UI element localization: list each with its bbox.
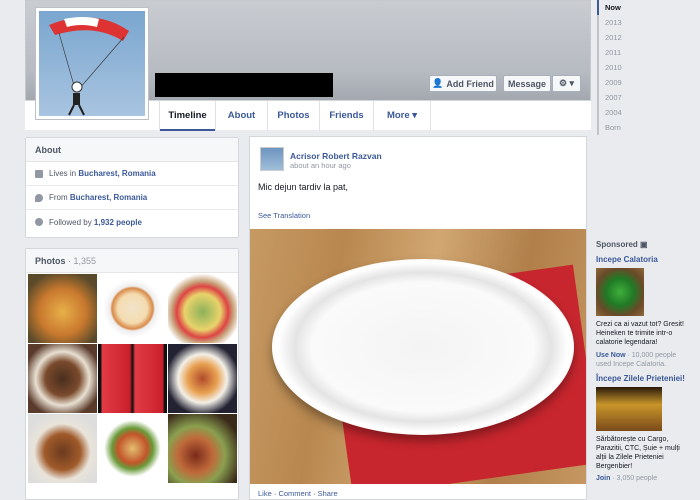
photos-title[interactable]: Photos · 1,355 — [26, 249, 238, 273]
photo-thumbnail[interactable] — [98, 274, 167, 343]
rss-icon — [35, 218, 43, 226]
post-actions: Like · Comment · Share — [258, 489, 338, 498]
share-link[interactable]: Share — [318, 489, 338, 498]
photo-thumbnail[interactable] — [28, 274, 97, 343]
timeline-year[interactable]: 2011 — [597, 45, 687, 60]
timeline-year-nav: Now 2013 2012 2011 2010 2009 2007 2004 B… — [597, 0, 687, 140]
photo-thumbnail[interactable] — [168, 344, 237, 413]
photos-box: Photos · 1,355 — [25, 248, 239, 500]
ad-body: Crezi ca ai vazut tot? Gresit! Heineken … — [596, 321, 684, 346]
post-text: Mic dejun tardiv la pat, — [258, 182, 349, 192]
post-author-name[interactable]: Acrisor Robert Razvan — [290, 151, 382, 161]
ad-social: Join · 3,050 people — [596, 475, 658, 482]
photo-thumbnail[interactable] — [168, 414, 237, 483]
about-title: About — [26, 138, 238, 162]
sponsored-ad[interactable]: Incepe Calatoria Crezi ca ai vazut tot? … — [596, 255, 692, 369]
post-timestamp[interactable]: about an hour ago — [290, 161, 351, 170]
tab-friends[interactable]: Friends — [319, 101, 373, 131]
see-translation-link[interactable]: See Translation — [258, 211, 310, 220]
tab-about[interactable]: About — [215, 101, 267, 131]
settings-dropdown-button[interactable]: ⚙ ▾ — [552, 75, 581, 92]
about-lives-in: Lives in Bucharest, Romania — [26, 162, 238, 186]
location-pin-icon — [35, 193, 43, 202]
ad-image[interactable] — [596, 387, 662, 431]
timeline-year[interactable]: 2010 — [597, 60, 687, 75]
tab-photos[interactable]: Photos — [267, 101, 319, 131]
home-icon — [35, 169, 43, 178]
photo-thumbnail[interactable] — [28, 344, 97, 413]
about-box: About Lives in Bucharest, Romania From B… — [25, 137, 239, 238]
timeline-year[interactable]: 2009 — [597, 75, 687, 90]
photo-thumbnail[interactable] — [28, 414, 97, 483]
photos-grid — [28, 274, 239, 483]
add-friend-button[interactable]: 👤 Add Friend — [429, 75, 497, 92]
from-link[interactable]: Bucharest, Romania — [70, 193, 147, 202]
ad-choices-icon[interactable]: ▣ — [640, 240, 648, 249]
photo-thumbnail[interactable] — [98, 414, 167, 483]
lives-in-link[interactable]: Bucharest, Romania — [78, 169, 155, 178]
message-button[interactable]: Message — [503, 75, 551, 92]
sponsored-column: Sponsored ▣ Incepe Calatoria Crezi ca ai… — [596, 240, 692, 483]
use-now-link[interactable]: Use Now — [596, 352, 626, 359]
tab-more[interactable]: More ▾ — [373, 101, 431, 131]
white-plate — [272, 259, 574, 435]
profile-name-redacted — [155, 73, 333, 97]
tab-timeline[interactable]: Timeline — [159, 101, 215, 131]
photo-thumbnail[interactable] — [98, 344, 167, 413]
add-friend-icon: 👤 — [432, 78, 444, 88]
timeline-year[interactable]: 2012 — [597, 30, 687, 45]
comment-link[interactable]: Comment — [278, 489, 311, 498]
ad-title[interactable]: Începe Zilele Prieteniei! — [596, 374, 692, 383]
ad-image[interactable] — [596, 268, 644, 316]
ad-social: Use Now · 10,000 people used Incepe Cala… — [596, 352, 677, 368]
ad-body: Sărbătorește cu Cargo, Parazitii, CTC, Ș… — [596, 436, 680, 470]
profile-picture[interactable] — [35, 7, 149, 120]
timeline-year[interactable]: 2007 — [597, 90, 687, 105]
post-author-avatar[interactable] — [260, 147, 284, 171]
post-photo[interactable] — [250, 229, 586, 484]
timeline-year[interactable]: 2004 — [597, 105, 687, 120]
followers-link[interactable]: 1,932 people — [94, 218, 142, 227]
timeline-year[interactable]: 2013 — [597, 15, 687, 30]
about-followers: Followed by 1,932 people — [26, 210, 238, 234]
timeline-year-born[interactable]: Born — [597, 120, 687, 135]
ad-title[interactable]: Incepe Calatoria — [596, 255, 692, 264]
timeline-post: Acrisor Robert Razvan about an hour ago … — [249, 136, 587, 500]
like-link[interactable]: Like — [258, 489, 272, 498]
sponsored-ad[interactable]: Începe Zilele Prieteniei! Sărbătorește c… — [596, 374, 692, 483]
sponsored-title: Sponsored ▣ — [596, 240, 648, 249]
timeline-year-now[interactable]: Now — [597, 0, 687, 15]
photo-thumbnail[interactable] — [168, 274, 237, 343]
about-from: From Bucharest, Romania — [26, 186, 238, 210]
join-link[interactable]: Join — [596, 475, 610, 482]
